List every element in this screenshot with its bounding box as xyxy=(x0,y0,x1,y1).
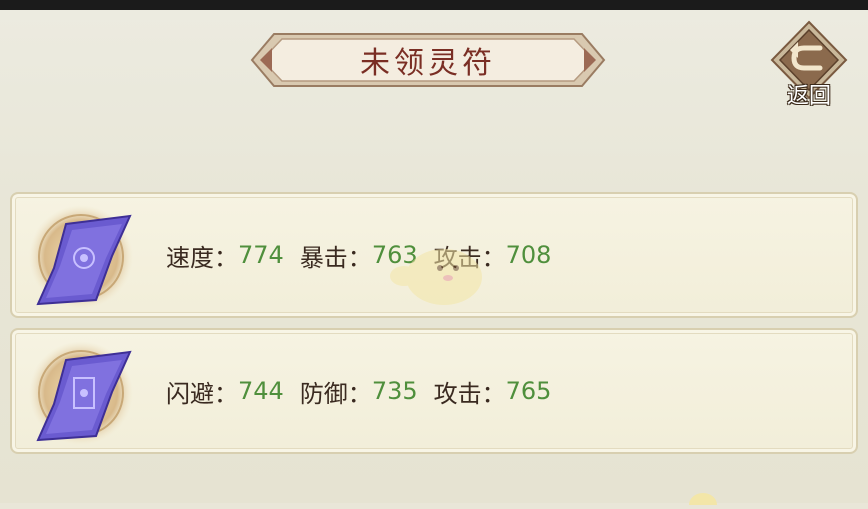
stat-attack: 攻击： 765 xyxy=(434,374,552,409)
stat-attack: 攻击： 708 xyxy=(434,238,552,273)
stat-value: 774 xyxy=(238,241,284,269)
stat-dodge: 闪避： 744 xyxy=(166,374,284,409)
stat-value: 735 xyxy=(371,377,418,405)
stat-row: 闪避： 744 防御： 735 攻击： 765 xyxy=(166,330,567,452)
stat-label: 攻击： xyxy=(433,379,506,408)
mascot-small-icon xyxy=(688,490,718,509)
talisman-icon[interactable] xyxy=(26,202,136,312)
back-button[interactable]: 返回 xyxy=(768,20,850,109)
page-title: 未领灵符 xyxy=(360,46,496,81)
stat-label: 暴击： xyxy=(299,243,372,272)
stat-row: 速度： 774 暴击： 763 攻击： 708 xyxy=(166,194,567,316)
stat-label: 闪避： xyxy=(166,379,238,408)
stat-crit: 暴击： 763 xyxy=(300,238,418,273)
stat-defense: 防御： 735 xyxy=(300,374,418,409)
top-bar xyxy=(0,0,868,10)
stat-value: 744 xyxy=(238,377,284,405)
talisman-icon[interactable] xyxy=(26,338,136,448)
talisman-card[interactable]: 速度： 774 暴击： 763 攻击： 708 xyxy=(10,192,858,318)
stat-label: 速度： xyxy=(166,243,238,272)
talisman-card[interactable]: 闪避： 744 防御： 735 攻击： 765 xyxy=(10,328,858,454)
stat-label: 攻击： xyxy=(433,243,506,272)
back-label: 返回 xyxy=(786,84,831,109)
stat-label: 防御： xyxy=(299,379,372,408)
title-banner: 未领灵符 xyxy=(250,30,606,90)
stat-value: 765 xyxy=(505,377,552,405)
stat-value: 708 xyxy=(505,241,552,269)
stat-speed: 速度： 774 xyxy=(166,238,284,273)
stat-value: 763 xyxy=(371,241,418,269)
